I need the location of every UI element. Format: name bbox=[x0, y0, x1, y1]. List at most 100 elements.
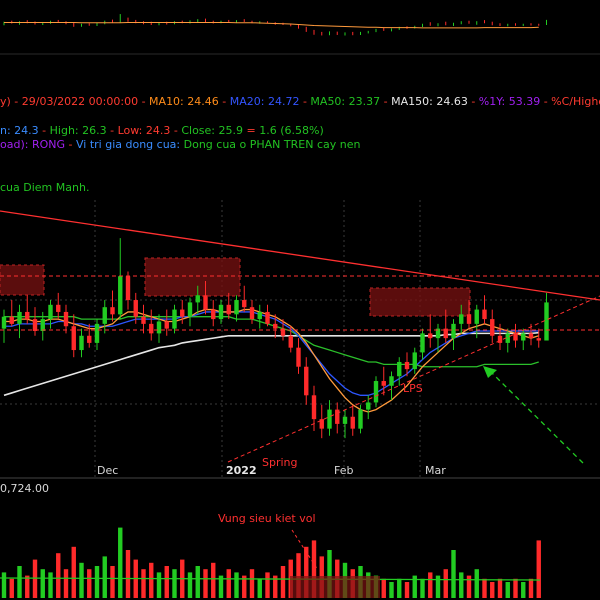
volume-bar[interactable] bbox=[9, 578, 14, 598]
volume-bar[interactable] bbox=[125, 550, 131, 598]
volume-bars[interactable] bbox=[0, 527, 541, 598]
candle-body[interactable] bbox=[459, 314, 464, 324]
candle-body[interactable] bbox=[172, 309, 177, 329]
candle-body[interactable] bbox=[187, 302, 193, 317]
volume-bar[interactable] bbox=[497, 578, 503, 598]
candle-body[interactable] bbox=[482, 309, 487, 320]
candle-body[interactable] bbox=[358, 409, 363, 429]
volume-bar[interactable] bbox=[56, 553, 61, 598]
candle-body[interactable] bbox=[544, 302, 549, 341]
volume-bar[interactable] bbox=[211, 562, 216, 598]
volume-bar[interactable] bbox=[397, 578, 402, 598]
candle-body[interactable] bbox=[79, 335, 84, 351]
volume-bar[interactable] bbox=[265, 572, 270, 598]
volume-bar[interactable] bbox=[110, 566, 115, 598]
candle-body[interactable] bbox=[366, 402, 371, 410]
candle-body[interactable] bbox=[94, 323, 100, 343]
volume-bar[interactable] bbox=[187, 572, 193, 598]
volume-bar[interactable] bbox=[25, 575, 30, 598]
volume-bar[interactable] bbox=[482, 578, 487, 598]
candle-body[interactable] bbox=[9, 316, 14, 324]
volume-bar[interactable] bbox=[195, 566, 200, 598]
candle-body[interactable] bbox=[226, 304, 231, 315]
candle-body[interactable] bbox=[25, 311, 30, 320]
volume-bar[interactable] bbox=[71, 546, 76, 598]
candle-body[interactable] bbox=[327, 409, 332, 429]
candle-body[interactable] bbox=[265, 311, 270, 324]
candle-body[interactable] bbox=[428, 333, 433, 339]
candle-body[interactable] bbox=[389, 376, 394, 386]
volume-bar[interactable] bbox=[32, 559, 38, 598]
volume-bar[interactable] bbox=[389, 582, 394, 598]
candle-body[interactable] bbox=[311, 395, 317, 420]
candle-body[interactable] bbox=[141, 316, 146, 324]
candle-body[interactable] bbox=[48, 304, 53, 320]
candle-body[interactable] bbox=[195, 295, 200, 303]
volume-bar[interactable] bbox=[513, 578, 518, 598]
candle-body[interactable] bbox=[125, 276, 131, 301]
candle-body[interactable] bbox=[218, 304, 224, 320]
volume-bar[interactable] bbox=[280, 566, 286, 598]
candle-body[interactable] bbox=[420, 333, 425, 353]
volume-bar[interactable] bbox=[48, 572, 53, 598]
candle-body[interactable] bbox=[296, 347, 301, 367]
candle-body[interactable] bbox=[211, 309, 216, 320]
volume-bar[interactable] bbox=[40, 569, 45, 598]
volume-bar[interactable] bbox=[94, 566, 100, 598]
candle-body[interactable] bbox=[513, 333, 518, 341]
volume-bar[interactable] bbox=[87, 569, 92, 598]
candle-body[interactable] bbox=[373, 381, 379, 403]
volume-bar[interactable] bbox=[443, 569, 448, 598]
volume-bar[interactable] bbox=[118, 527, 123, 598]
volume-bar[interactable] bbox=[156, 572, 162, 598]
volume-bar[interactable] bbox=[63, 569, 69, 598]
candle-body[interactable] bbox=[451, 323, 456, 339]
candle-body[interactable] bbox=[242, 300, 247, 308]
volume-bar[interactable] bbox=[536, 540, 541, 598]
candle-body[interactable] bbox=[149, 323, 154, 334]
volume-bar[interactable] bbox=[490, 582, 495, 598]
candle-body[interactable] bbox=[56, 304, 61, 312]
candle-body[interactable] bbox=[273, 323, 278, 329]
candle-body[interactable] bbox=[412, 352, 417, 370]
volume-bar[interactable] bbox=[164, 566, 169, 598]
volume-bar[interactable] bbox=[234, 572, 239, 598]
candle-body[interactable] bbox=[466, 314, 472, 324]
candle-body[interactable] bbox=[17, 311, 22, 324]
volume-bar[interactable] bbox=[381, 578, 386, 598]
volume-bar[interactable] bbox=[257, 578, 262, 598]
volume-bar[interactable] bbox=[141, 569, 146, 598]
candle-body[interactable] bbox=[335, 409, 340, 424]
candle-body[interactable] bbox=[536, 338, 541, 341]
candle-body[interactable] bbox=[474, 309, 479, 324]
candle-body[interactable] bbox=[203, 295, 208, 310]
candle-body[interactable] bbox=[381, 381, 386, 386]
candle-body[interactable] bbox=[102, 307, 107, 324]
volume-bar[interactable] bbox=[404, 582, 410, 598]
candle-body[interactable] bbox=[110, 307, 115, 315]
candle-body[interactable] bbox=[32, 319, 38, 331]
candle-body[interactable] bbox=[180, 309, 185, 317]
candle-body[interactable] bbox=[63, 311, 69, 327]
candle-body[interactable] bbox=[490, 319, 495, 336]
candle-body[interactable] bbox=[528, 333, 534, 339]
volume-bar[interactable] bbox=[505, 582, 510, 598]
volume-bar[interactable] bbox=[420, 578, 425, 598]
candle-body[interactable] bbox=[288, 335, 293, 348]
candle-body[interactable] bbox=[404, 361, 410, 370]
candle-body[interactable] bbox=[164, 321, 169, 329]
candle-body[interactable] bbox=[156, 321, 162, 334]
volume-bar[interactable] bbox=[528, 578, 534, 598]
volume-bar[interactable] bbox=[102, 556, 107, 598]
candlesticks[interactable] bbox=[1, 238, 549, 439]
volume-bar[interactable] bbox=[466, 575, 472, 598]
volume-bar[interactable] bbox=[226, 569, 231, 598]
candle-body[interactable] bbox=[133, 300, 138, 317]
overview-strip[interactable] bbox=[3, 14, 547, 36]
candle-body[interactable] bbox=[397, 361, 402, 377]
volume-bar[interactable] bbox=[249, 569, 255, 598]
candle-body[interactable] bbox=[87, 335, 92, 343]
candle-body[interactable] bbox=[1, 316, 7, 329]
volume-bar[interactable] bbox=[435, 575, 441, 598]
candle-body[interactable] bbox=[40, 319, 45, 331]
